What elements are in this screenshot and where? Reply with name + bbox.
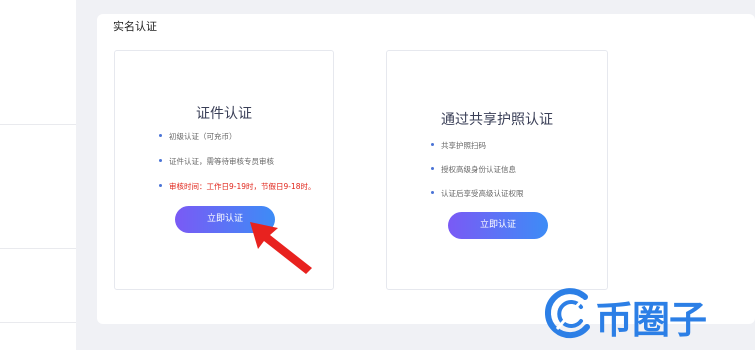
watermark-text: 币圈子: [595, 298, 707, 342]
bullet-item: 认证后享受高级认证权限: [431, 189, 524, 198]
sidebar: [0, 0, 76, 350]
watermark-logo: 币圈子: [543, 285, 755, 342]
passport-verification-card: 通过共享护照认证 共享护照扫码 授权高级身份认证信息 认证后享受高级认证权限 立…: [386, 50, 608, 290]
section-title: 实名认证: [113, 20, 157, 33]
card-title: 通过共享护照认证: [441, 112, 553, 128]
red-arrow-icon: [250, 222, 312, 274]
card-title: 证件认证: [196, 106, 252, 122]
sidebar-divider: [0, 322, 76, 323]
review-time-notice: 审核时间：工作日9-19时，节假日9-18时。: [159, 182, 316, 191]
bullet-item: 共享护照扫码: [431, 141, 486, 150]
sidebar-divider: [0, 124, 76, 125]
passport-verify-button[interactable]: 立即认证: [448, 212, 548, 239]
logo-c-icon: [544, 288, 590, 339]
bullet-item: 初级认证（可充币）: [159, 132, 237, 141]
bullet-item: 授权高级身份认证信息: [431, 165, 516, 174]
bullet-item: 证件认证，需等待审核专员审核: [159, 157, 274, 166]
sidebar-divider: [0, 248, 76, 249]
